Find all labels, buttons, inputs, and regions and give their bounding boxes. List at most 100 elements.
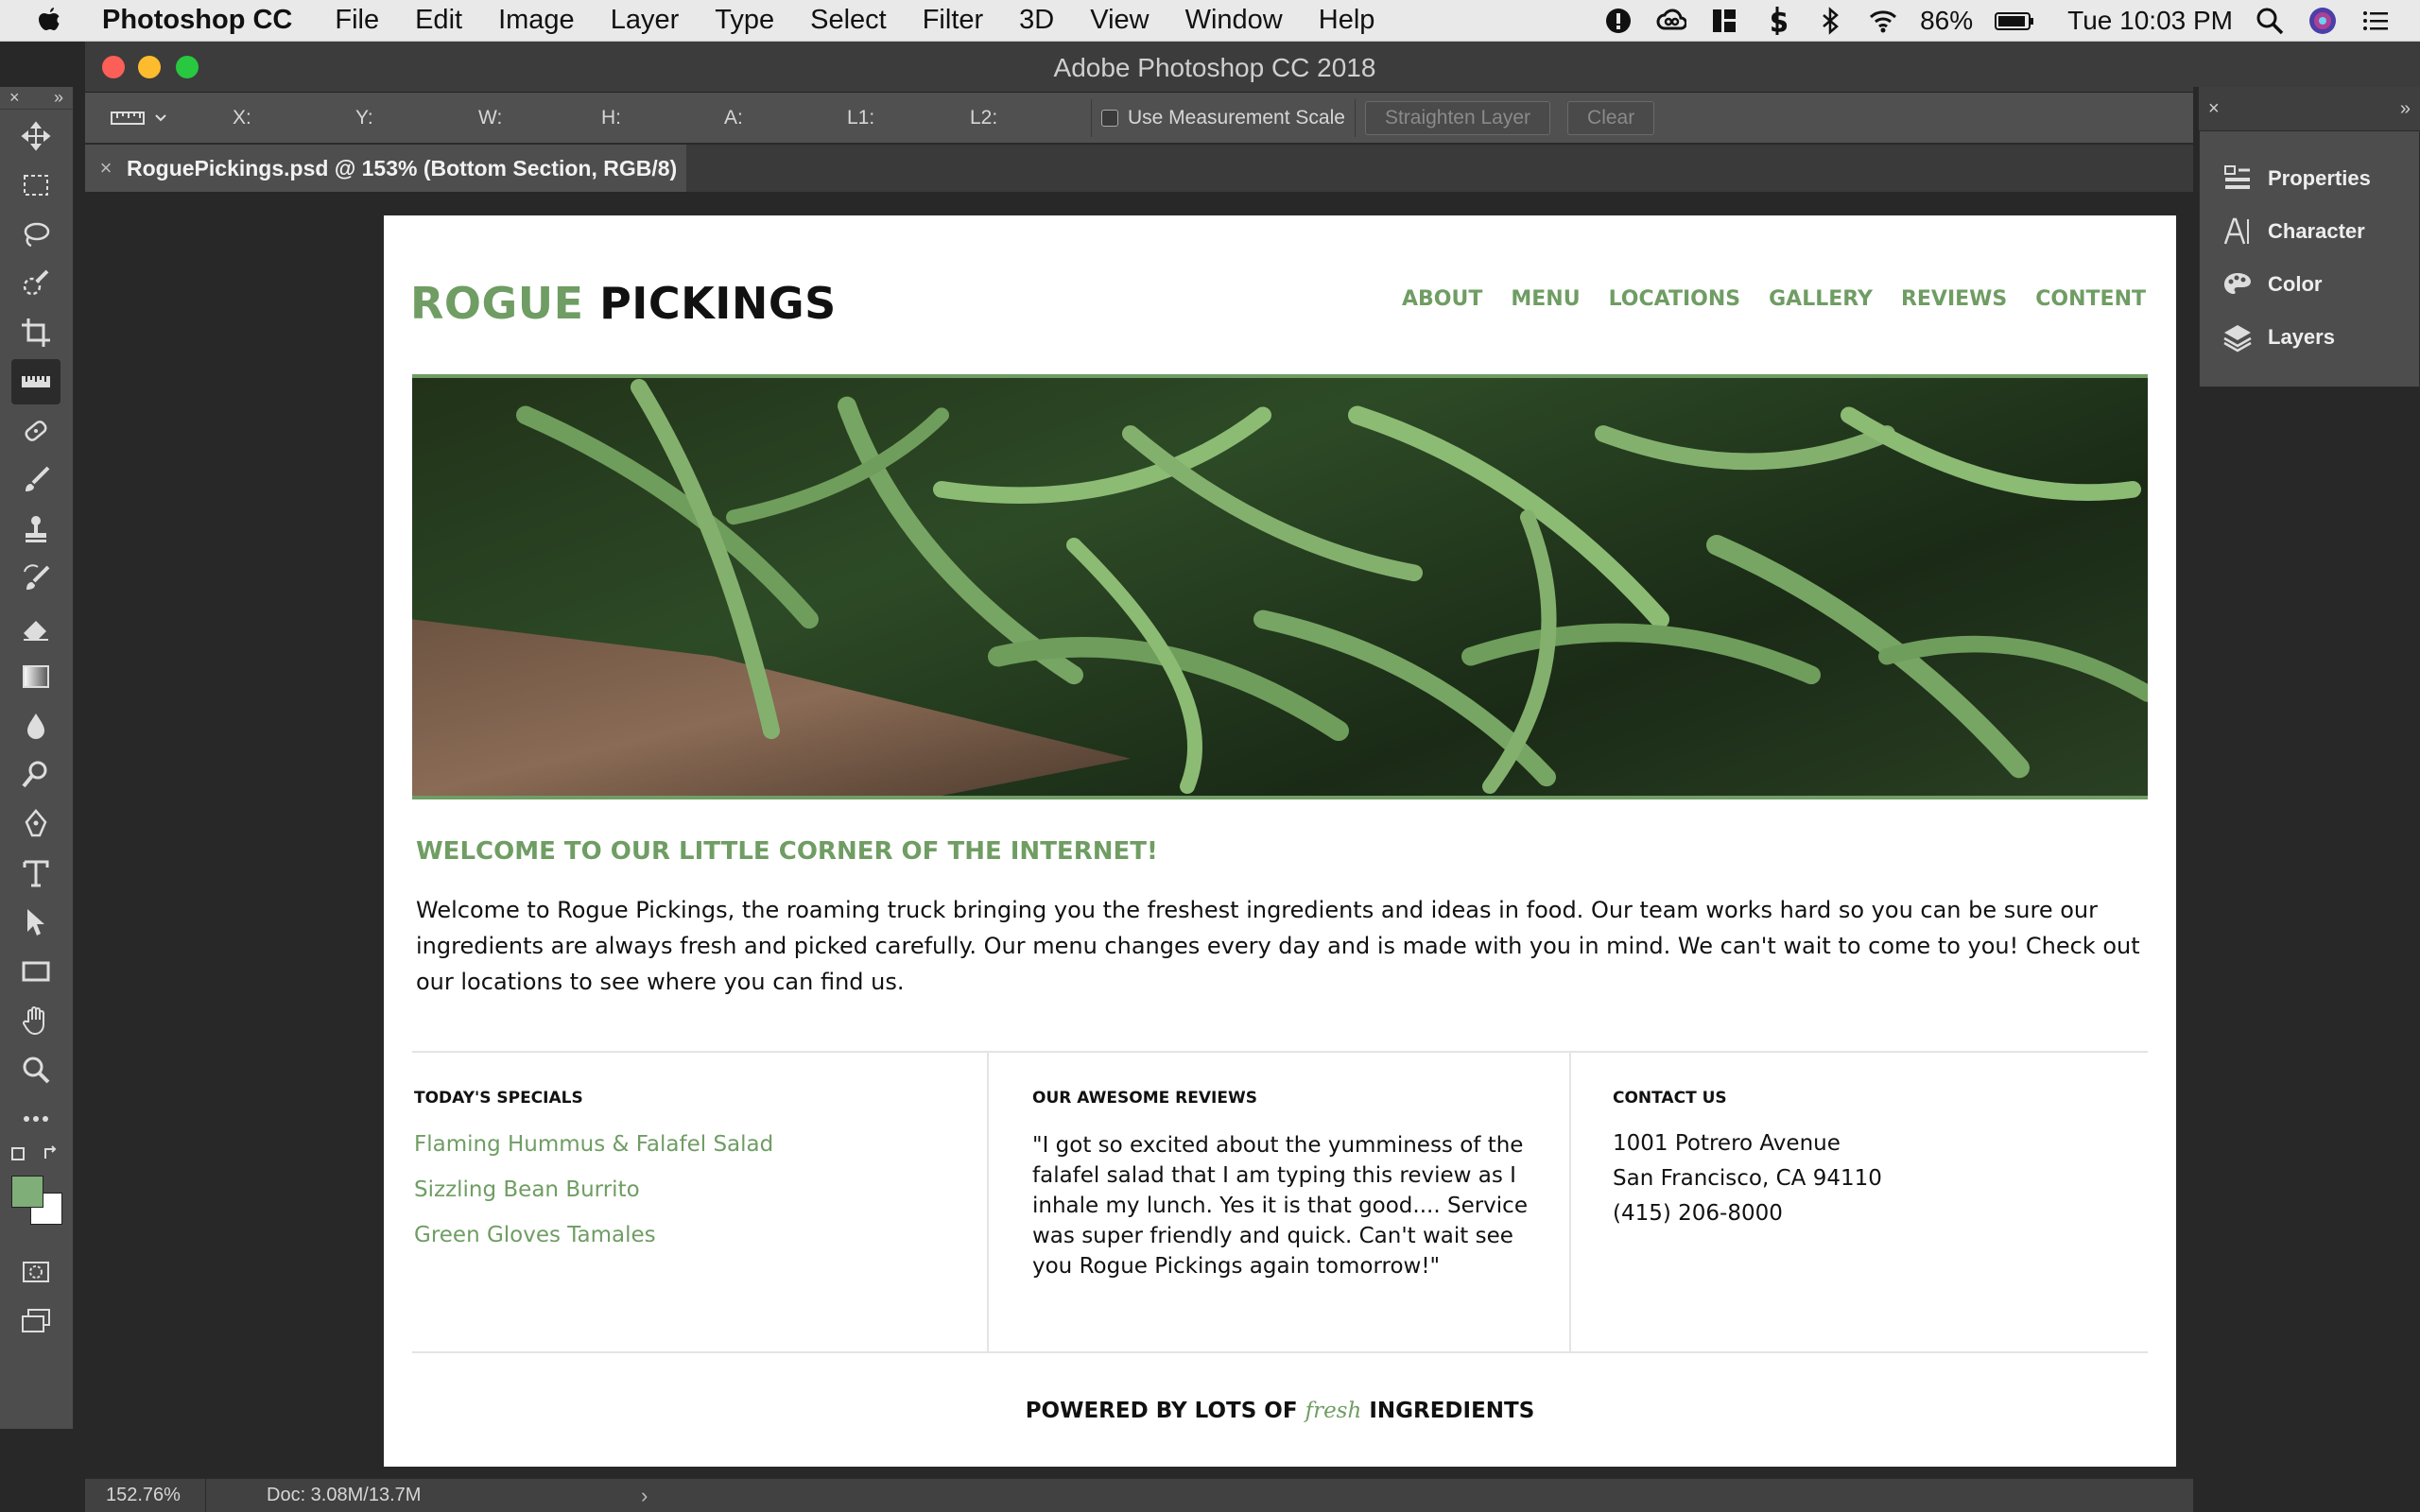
battery-icon[interactable] xyxy=(1994,5,2035,37)
window-titlebar[interactable]: Adobe Photoshop CC 2018 xyxy=(85,42,2420,93)
panel-close-icon[interactable]: × xyxy=(2208,98,2220,120)
app-menu[interactable]: Photoshop CC xyxy=(102,5,292,36)
rectangle-tool-icon[interactable] xyxy=(11,949,60,994)
info-status-icon[interactable] xyxy=(1602,5,1634,37)
l2-field-label: L2: xyxy=(970,106,998,129)
properties-label: Properties xyxy=(2268,166,2371,190)
column-divider xyxy=(987,1051,989,1351)
clear-button[interactable]: Clear xyxy=(1567,100,1655,135)
menu-3d[interactable]: 3D xyxy=(1019,5,1054,36)
swap-colors-icon[interactable] xyxy=(42,1143,60,1162)
angle-field-label: A: xyxy=(724,106,743,129)
close-tab-icon[interactable]: × xyxy=(85,156,127,180)
blur-tool-icon[interactable] xyxy=(11,703,60,748)
measurement-scale-option[interactable]: Use Measurement Scale xyxy=(1101,107,1345,129)
nav-about[interactable]: ABOUT xyxy=(1402,287,1482,311)
column-divider xyxy=(1569,1051,1571,1351)
lasso-tool-icon[interactable] xyxy=(11,212,60,257)
document-canvas[interactable]: ROGUE PICKINGS ABOUT MENU LOCATIONS GALL… xyxy=(384,215,2176,1467)
menu-file[interactable]: File xyxy=(335,5,379,36)
hand-tool-icon[interactable] xyxy=(11,998,60,1043)
section-divider-bottom xyxy=(412,1351,2148,1353)
contact-address-line2: San Francisco, CA 94110 xyxy=(1613,1166,1882,1191)
measurement-scale-checkbox[interactable] xyxy=(1101,109,1118,127)
nav-menu[interactable]: MENU xyxy=(1511,287,1580,311)
tools-collapse-icon[interactable]: » xyxy=(54,88,63,108)
nav-locations[interactable]: LOCATIONS xyxy=(1609,287,1741,311)
more-tools-icon[interactable] xyxy=(11,1096,60,1142)
contact-phone[interactable]: (415) 206-8000 xyxy=(1613,1196,2123,1231)
tool-preset-picker[interactable] xyxy=(110,99,208,137)
layout-app-icon[interactable] xyxy=(1708,5,1740,37)
type-tool-icon[interactable] xyxy=(11,850,60,896)
bluetooth-icon[interactable] xyxy=(1814,5,1846,37)
dollar-app-icon[interactable]: S xyxy=(1761,5,1793,37)
zoom-level[interactable]: 152.76% xyxy=(85,1479,206,1512)
move-tool-icon[interactable] xyxy=(11,113,60,159)
crop-tool-icon[interactable] xyxy=(11,310,60,355)
reviews-heading: OUR AWESOME REVIEWS xyxy=(1032,1089,1257,1108)
special-item[interactable]: Sizzling Bean Burrito xyxy=(414,1177,953,1202)
quick-selection-tool-icon[interactable] xyxy=(11,261,60,306)
nav-gallery[interactable]: GALLERY xyxy=(1769,287,1873,311)
brush-tool-icon[interactable] xyxy=(11,457,60,503)
options-divider xyxy=(1354,98,1356,137)
clone-stamp-tool-icon[interactable] xyxy=(11,507,60,552)
special-item[interactable]: Flaming Hummus & Falafel Salad xyxy=(414,1132,953,1157)
gradient-tool-icon[interactable] xyxy=(11,654,60,699)
nav-content[interactable]: CONTENT xyxy=(2035,287,2146,311)
wifi-icon[interactable] xyxy=(1867,5,1899,37)
menu-layer[interactable]: Layer xyxy=(611,5,680,36)
character-label: Character xyxy=(2268,219,2365,243)
screen-mode-icon[interactable] xyxy=(11,1298,60,1344)
character-icon xyxy=(2219,215,2256,248)
color-label: Color xyxy=(2268,272,2323,296)
status-menu-arrow-icon[interactable]: › xyxy=(641,1484,648,1508)
eraser-tool-icon[interactable] xyxy=(11,605,60,650)
creative-cloud-icon[interactable] xyxy=(1655,5,1687,37)
menu-edit[interactable]: Edit xyxy=(415,5,462,36)
foreground-color-swatch[interactable] xyxy=(11,1176,43,1208)
menu-image[interactable]: Image xyxy=(498,5,575,36)
properties-panel-button[interactable]: Properties xyxy=(2200,152,2419,205)
siri-icon[interactable] xyxy=(2307,5,2339,37)
document-tab[interactable]: × RoguePickings.psd @ 153% (Bottom Secti… xyxy=(85,145,686,192)
site-nav: ABOUT MENU LOCATIONS GALLERY REVIEWS CON… xyxy=(1402,287,2146,311)
zoom-tool-icon[interactable] xyxy=(11,1047,60,1092)
color-panel-button[interactable]: Color xyxy=(2200,258,2419,311)
notification-center-icon[interactable] xyxy=(2360,5,2392,37)
menu-filter[interactable]: Filter xyxy=(923,5,983,36)
quick-mask-icon[interactable] xyxy=(11,1249,60,1295)
spotlight-search-icon[interactable] xyxy=(2254,5,2286,37)
straighten-layer-button[interactable]: Straighten Layer xyxy=(1364,100,1551,135)
y-field-label: Y: xyxy=(355,106,373,129)
document-tab-title: RoguePickings.psd @ 153% (Bottom Section… xyxy=(127,155,678,180)
history-brush-tool-icon[interactable] xyxy=(11,556,60,601)
marquee-tool-icon[interactable] xyxy=(11,163,60,208)
document-size-info: Doc: 3.08M/13.7M xyxy=(267,1485,422,1505)
dodge-tool-icon[interactable] xyxy=(11,752,60,798)
pen-tool-icon[interactable] xyxy=(11,801,60,847)
ruler-icon xyxy=(111,111,145,125)
ruler-tool-icon[interactable] xyxy=(11,359,60,404)
menu-window[interactable]: Window xyxy=(1185,5,1283,36)
status-bar: 152.76% Doc: 3.08M/13.7M › xyxy=(85,1478,2193,1512)
panel-collapse-icon[interactable]: » xyxy=(2400,98,2411,120)
default-colors-icon[interactable] xyxy=(11,1147,25,1160)
menu-help[interactable]: Help xyxy=(1319,5,1375,36)
tools-close-icon[interactable]: × xyxy=(9,88,20,108)
apple-logo-icon[interactable] xyxy=(36,6,89,36)
contact-heading: CONTACT US xyxy=(1613,1089,1727,1108)
menu-select[interactable]: Select xyxy=(810,5,887,36)
menubar-clock[interactable]: Tue 10:03 PM xyxy=(2067,6,2233,36)
menu-type[interactable]: Type xyxy=(715,5,774,36)
menu-view[interactable]: View xyxy=(1090,5,1149,36)
tools-panel-header: × » xyxy=(0,87,73,110)
nav-reviews[interactable]: REVIEWS xyxy=(1901,287,2007,311)
character-panel-button[interactable]: Character xyxy=(2200,205,2419,258)
healing-brush-tool-icon[interactable] xyxy=(11,408,60,454)
site-logo[interactable]: ROGUE PICKINGS xyxy=(410,278,837,329)
layers-panel-button[interactable]: Layers xyxy=(2200,311,2419,364)
path-selection-tool-icon[interactable] xyxy=(11,900,60,945)
special-item[interactable]: Green Gloves Tamales xyxy=(414,1223,953,1247)
